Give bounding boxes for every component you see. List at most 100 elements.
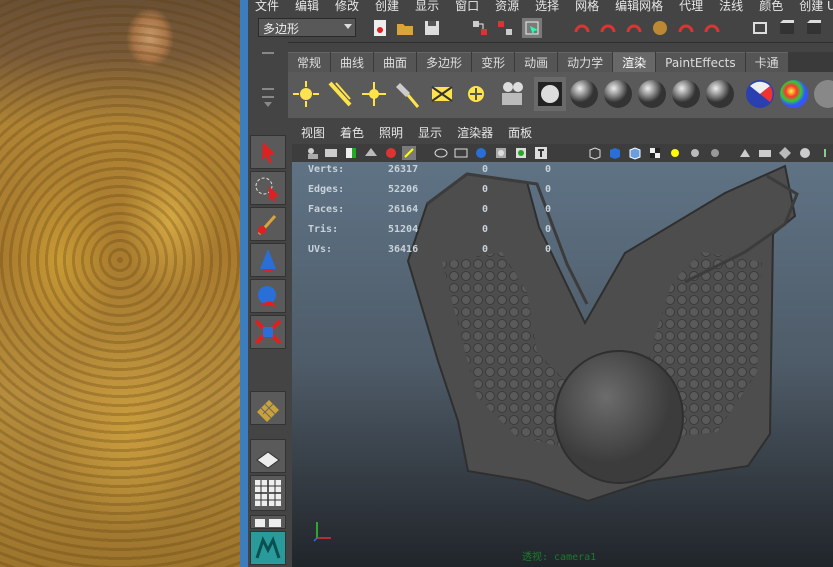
film-gate-icon[interactable] (402, 146, 416, 160)
ambient-occlusion-icon[interactable] (708, 146, 722, 160)
ambient-light-icon[interactable] (460, 77, 492, 111)
maya-logo-icon (255, 536, 281, 559)
wireframe-on-shaded-icon[interactable] (628, 146, 642, 160)
tab-curves[interactable]: 曲线 (331, 52, 374, 72)
render-icon[interactable] (534, 77, 566, 111)
grid-toggle-icon[interactable] (384, 146, 398, 160)
area-light-icon[interactable] (324, 77, 356, 111)
outliner-layout[interactable] (250, 515, 286, 529)
sphere-shader-5-icon[interactable] (704, 77, 736, 111)
screen-space-icon[interactable] (778, 146, 792, 160)
beach-ball-shader-icon[interactable] (744, 77, 776, 111)
sphere-shader-3-icon[interactable] (636, 77, 668, 111)
panel-menu-panels[interactable]: 面板 (499, 124, 538, 144)
open-folder-icon[interactable] (395, 18, 415, 38)
tab-rendering[interactable]: 渲染 (613, 52, 656, 72)
menu-create[interactable]: 创建 (368, 0, 408, 14)
gray-shader-icon[interactable] (812, 77, 833, 111)
panel-menu-view[interactable]: 视图 (292, 124, 331, 144)
tab-polygons[interactable]: 多边形 (417, 52, 472, 72)
menu-color[interactable]: 颜色 (752, 0, 792, 14)
textured-icon[interactable] (648, 146, 662, 160)
panel-menu-shading[interactable]: 着色 (331, 124, 370, 144)
spot-light-icon[interactable] (290, 77, 322, 111)
make-live-icon[interactable] (702, 18, 722, 38)
move-tool[interactable] (250, 243, 286, 277)
camera-attributes-icon[interactable] (324, 146, 338, 160)
snap-point-icon[interactable] (624, 18, 644, 38)
paint-select-tool[interactable] (250, 207, 286, 241)
rainbow-shader-icon[interactable] (778, 77, 810, 111)
menu-file[interactable]: 文件 (248, 0, 288, 14)
tab-deformation[interactable]: 变形 (472, 52, 515, 72)
menu-edit-mesh[interactable]: 编辑网格 (608, 0, 672, 14)
tab-animation[interactable]: 动画 (515, 52, 558, 72)
ipr-render-icon[interactable] (804, 18, 824, 38)
tab-toon[interactable]: 卡通 (745, 52, 788, 72)
snap-plane-icon[interactable] (650, 18, 670, 38)
snap-curve-icon[interactable] (598, 18, 618, 38)
panel-menu-renderer[interactable]: 渲染器 (448, 124, 499, 144)
render-current-frame-icon[interactable] (777, 18, 797, 38)
menu-edit[interactable]: 编辑 (288, 0, 328, 14)
panel-menu-show[interactable]: 显示 (409, 124, 448, 144)
scale-tool[interactable] (250, 315, 286, 349)
armor-model[interactable] (292, 162, 833, 567)
show-manipulator-tool[interactable] (250, 391, 286, 425)
new-scene-icon[interactable] (370, 18, 390, 38)
menu-select[interactable]: 选择 (528, 0, 568, 14)
perspective-viewport[interactable]: Verts: 26317 0 0 Edges: 52206 0 0 Faces:… (292, 162, 833, 567)
render-view-icon[interactable] (750, 18, 770, 38)
multisample-icon[interactable] (798, 146, 812, 160)
menu-window[interactable]: 窗口 (448, 0, 488, 14)
menu-normals[interactable]: 法线 (712, 0, 752, 14)
select-camera-icon[interactable] (306, 146, 320, 160)
menu-proxy[interactable]: 代理 (672, 0, 712, 14)
snap-grid-icon[interactable] (572, 18, 592, 38)
image-plane-icon[interactable] (364, 146, 378, 160)
menu-assets[interactable]: 资源 (488, 0, 528, 14)
select-component-icon[interactable] (522, 18, 542, 38)
snap-surface-icon[interactable] (676, 18, 696, 38)
directional-light-icon[interactable] (426, 77, 458, 111)
xray-icon[interactable] (514, 146, 528, 160)
smooth-shade-icon[interactable] (474, 146, 488, 160)
menu-modify[interactable]: 修改 (328, 0, 368, 14)
safe-action-icon[interactable] (494, 146, 508, 160)
sphere-shader-1-icon[interactable] (568, 77, 600, 111)
menu-mesh[interactable]: 网格 (568, 0, 608, 14)
more-options-icon[interactable] (822, 146, 833, 160)
panel-menu-lighting[interactable]: 照明 (370, 124, 409, 144)
resolution-gate-icon[interactable] (454, 146, 468, 160)
spotlight-lamp-icon[interactable] (392, 77, 424, 111)
use-all-lights-icon[interactable] (668, 146, 682, 160)
shadows-icon[interactable] (688, 146, 702, 160)
isolate-select-icon[interactable] (738, 146, 752, 160)
bookmark-icon[interactable] (344, 146, 358, 160)
tab-dynamics[interactable]: 动力学 (558, 52, 613, 72)
sphere-shader-2-icon[interactable] (602, 77, 634, 111)
smooth-shaded-cube-icon[interactable] (608, 146, 622, 160)
rotate-tool[interactable] (250, 279, 286, 313)
four-view-layout[interactable] (250, 475, 286, 511)
tab-paint-effects[interactable]: PaintEffects (656, 52, 745, 72)
tab-general[interactable]: 常规 (288, 52, 331, 72)
shelf-menu-icon[interactable] (260, 48, 276, 110)
camera-icon[interactable] (496, 77, 528, 111)
single-perspective-layout[interactable] (250, 439, 286, 473)
save-icon[interactable] (422, 18, 442, 38)
sphere-shader-4-icon[interactable] (670, 77, 702, 111)
text-overlay-icon[interactable] (534, 146, 548, 160)
lasso-tool[interactable] (250, 171, 286, 205)
menu-create-uvs[interactable]: 创建 UV (792, 0, 833, 14)
menu-display[interactable]: 显示 (408, 0, 448, 14)
hud-toggle-icon[interactable] (758, 146, 772, 160)
select-hierarchy-icon[interactable] (470, 18, 490, 38)
wireframe-cube-icon[interactable] (588, 146, 602, 160)
tab-surfaces[interactable]: 曲面 (374, 52, 417, 72)
mode-dropdown[interactable]: 多边形 (258, 18, 356, 37)
wireframe-icon[interactable] (434, 146, 448, 160)
point-light-icon[interactable] (358, 77, 390, 111)
select-object-icon[interactable] (495, 18, 515, 38)
select-tool[interactable] (250, 135, 286, 169)
